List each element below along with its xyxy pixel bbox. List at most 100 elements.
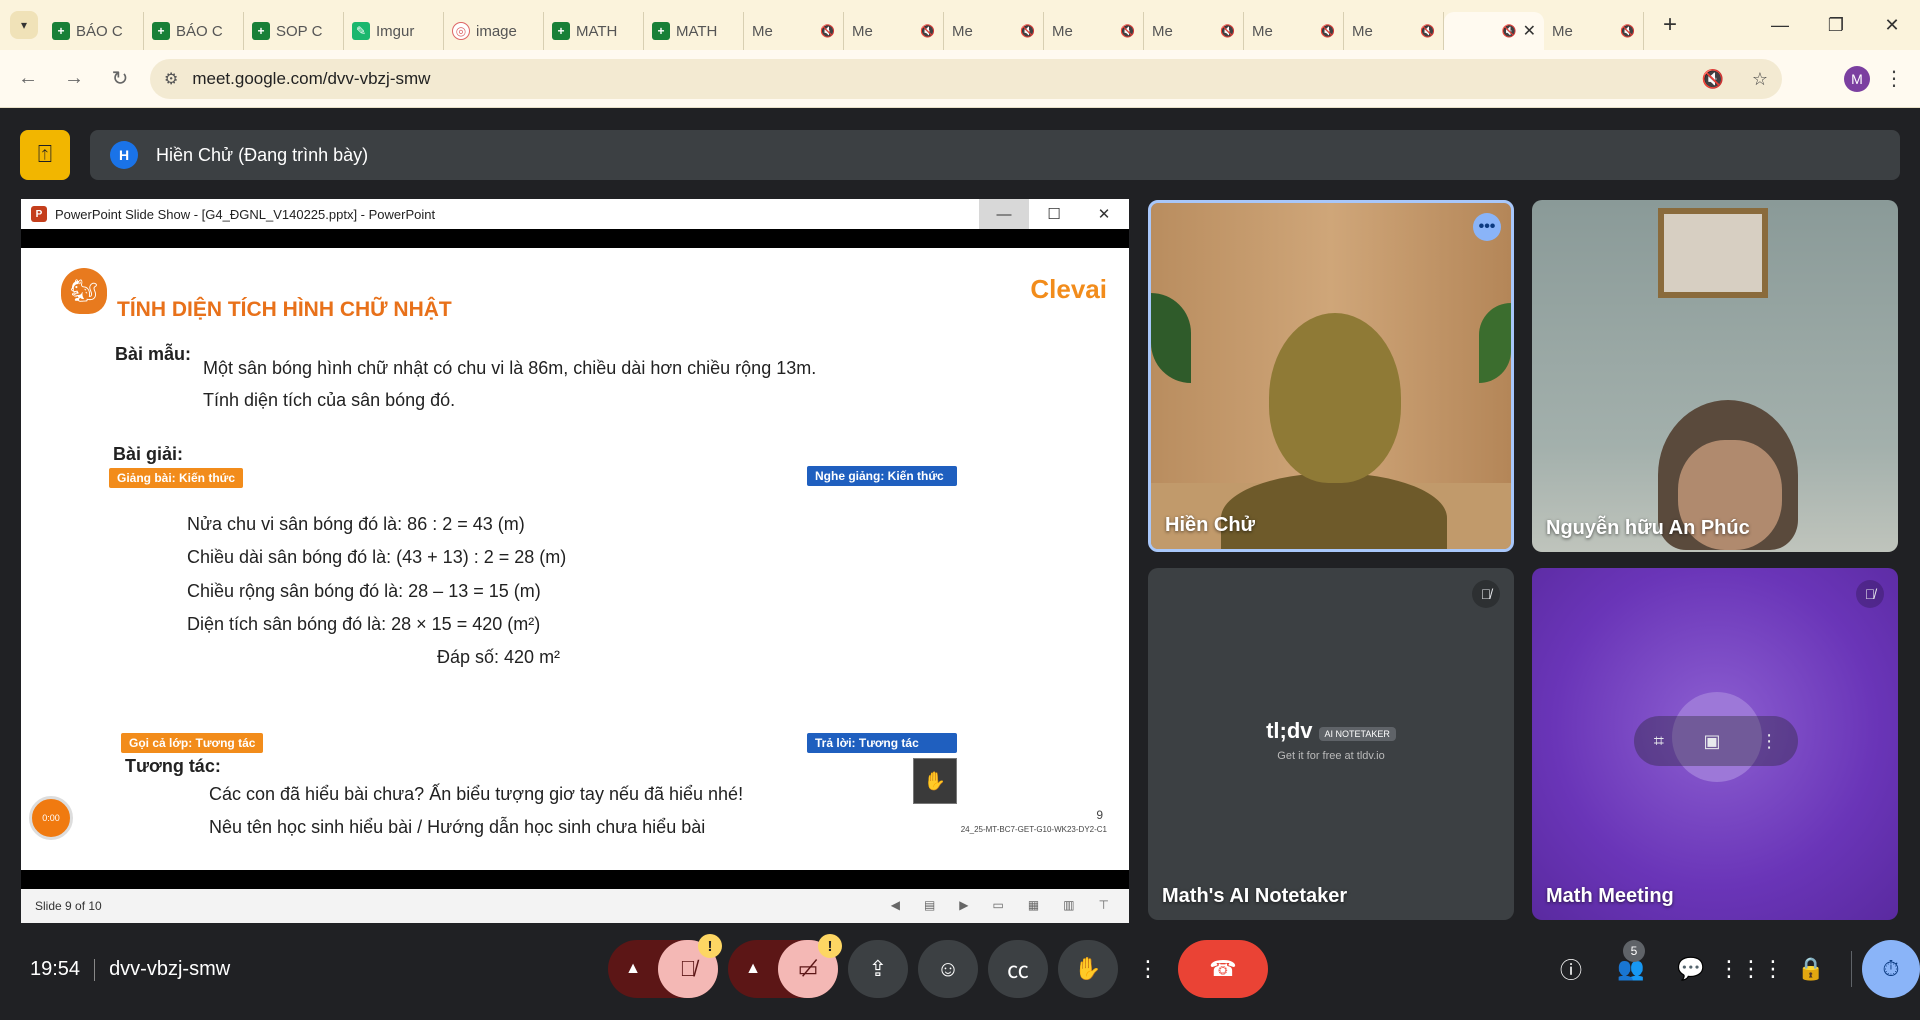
- participant-tile[interactable]: 🎙̸ ⌗ ▣ ⋮ Math Meeting: [1532, 568, 1898, 920]
- more-options-button[interactable]: ⋮: [1128, 940, 1168, 998]
- minimize-window-button[interactable]: —: [1752, 0, 1808, 50]
- reactions-button[interactable]: ☺: [918, 940, 978, 998]
- ppt-window-title: PowerPoint Slide Show - [G4_ĐGNL_V140225…: [55, 206, 436, 222]
- reload-button[interactable]: ↻: [102, 61, 138, 97]
- browser-tab[interactable]: + MATH: [644, 12, 744, 50]
- ppt-minimize-button[interactable]: —: [979, 199, 1029, 229]
- browser-tab[interactable]: Me 🔇: [0, 12, 1644, 126]
- meet-stage: ⍐ H Hiền Chử (Đang trình bày) P PowerPoi…: [0, 108, 1920, 1020]
- info-icon: ⓘ: [1559, 958, 1582, 983]
- tldv-logo: tl;dv AI NOTETAKER Get it for free at tld…: [1148, 718, 1514, 762]
- plus-icon: +: [1662, 11, 1677, 38]
- browser-tab[interactable]: + BÁO C: [44, 12, 144, 50]
- tab-muted-icon[interactable]: 🔇: [820, 24, 835, 38]
- browser-tab[interactable]: ◎ image: [444, 12, 544, 50]
- browser-tab[interactable]: ✎ Imgur: [344, 12, 444, 50]
- tab-muted-icon[interactable]: 🔇: [920, 24, 935, 38]
- close-window-button[interactable]: ✕: [1864, 0, 1920, 50]
- prev-slide-icon[interactable]: ◀: [891, 898, 900, 912]
- forward-button[interactable]: →: [56, 61, 92, 97]
- present-icon: ⇪: [868, 956, 888, 981]
- more-options-icon[interactable]: •••: [1473, 213, 1501, 241]
- captions-button[interactable]: ㏄: [988, 940, 1048, 998]
- leave-call-button[interactable]: ☎: [1178, 940, 1268, 998]
- slide-page-number: 9: [1096, 808, 1103, 822]
- tab-muted-icon[interactable]: 🔇: [1320, 24, 1335, 38]
- slide-sorter-icon[interactable]: ▦: [1028, 898, 1039, 912]
- present-screen-button[interactable]: ⇪: [848, 940, 908, 998]
- bookmark-star-icon[interactable]: ☆: [1752, 69, 1768, 90]
- slideshow-view-icon[interactable]: ⊤: [1099, 898, 1109, 912]
- frame-person-icon[interactable]: ⌗: [1654, 731, 1664, 752]
- presenter-avatar: H: [110, 141, 138, 169]
- tab-title: BÁO C: [176, 22, 223, 40]
- meeting-info-bar: 19:54 dvv-vbzj-smw: [30, 958, 230, 981]
- presenter-bar: H Hiền Chử (Đang trình bày): [90, 130, 1900, 180]
- back-button[interactable]: ←: [10, 61, 46, 97]
- restore-window-button[interactable]: ❐: [1808, 0, 1864, 50]
- browser-tab[interactable]: + MATH: [544, 12, 644, 50]
- more-vert-icon[interactable]: ⋮: [1760, 731, 1778, 752]
- raise-hand-button[interactable]: ✋: [1058, 940, 1118, 998]
- site-settings-icon[interactable]: ⚙: [164, 69, 178, 89]
- browser-tab[interactable]: Me 🔇: [0, 12, 1044, 126]
- tab-muted-icon[interactable]: 🔇: [1020, 24, 1035, 38]
- pin-to-screen-icon[interactable]: ▣: [1704, 731, 1721, 752]
- chat-button[interactable]: 💬: [1661, 940, 1721, 998]
- audio-settings-button[interactable]: ▲: [608, 940, 658, 998]
- browser-tab[interactable]: Me 🔇: [0, 12, 944, 126]
- profile-avatar[interactable]: M: [1844, 66, 1870, 92]
- tab-close-icon[interactable]: ✕: [1523, 21, 1536, 41]
- tab-muted-icon[interactable]: 🔇: [1420, 24, 1435, 38]
- browser-tab[interactable]: Me 🔇: [0, 12, 844, 126]
- hand-icon: ✋: [1074, 956, 1102, 981]
- tag-answer: Trả lời: Tương tác: [807, 733, 957, 753]
- browser-toolbar: ← → ↻ ⚙ meet.google.com/dvv-vbzj-smw 🔇 ☆…: [0, 50, 1920, 108]
- url-text[interactable]: meet.google.com/dvv-vbzj-smw: [192, 69, 430, 89]
- tab-muted-icon[interactable]: 🔇: [1502, 24, 1517, 38]
- browser-tab[interactable]: Me 🔇: [0, 12, 1244, 126]
- ppt-close-button[interactable]: ✕: [1079, 199, 1129, 229]
- participant-tile[interactable]: 🎙̸ tl;dv AI NOTETAKER Get it for free at …: [1148, 568, 1514, 920]
- tab-muted-icon[interactable]: 🔇: [1120, 24, 1135, 38]
- slide-timer: 0:00: [29, 796, 73, 840]
- ppt-maximize-button[interactable]: ☐: [1029, 199, 1079, 229]
- meeting-code: dvv-vbzj-smw: [109, 958, 231, 980]
- host-controls-button[interactable]: 🔒: [1781, 940, 1841, 998]
- address-bar[interactable]: ⚙ meet.google.com/dvv-vbzj-smw 🔇 ☆: [150, 59, 1782, 99]
- browser-tab[interactable]: 🔇 ✕: [0, 12, 1544, 126]
- plant-decor: [1479, 303, 1511, 383]
- muted-site-icon[interactable]: 🔇: [1701, 69, 1723, 90]
- sheets-icon: +: [252, 22, 270, 40]
- companion-mode-button[interactable]: ⍐: [20, 130, 70, 180]
- browser-tab[interactable]: Me 🔇: [0, 12, 1444, 126]
- browser-tab-strip: ▾ + BÁO C + BÁO C + SOP C ✎ Imgur ◎ image + MATH + MA…: [0, 0, 1920, 126]
- browser-tab[interactable]: Me 🔇: [0, 12, 1144, 126]
- participant-tile[interactable]: ••• Hiền Chử: [1148, 200, 1514, 552]
- plant-decor: [1151, 293, 1191, 383]
- solution-step-2: Chiều dài sân bóng đó là: (43 + 13) : 2 …: [187, 547, 567, 567]
- browser-tab[interactable]: Me 🔇: [0, 12, 1344, 126]
- reading-view-icon[interactable]: ▥: [1063, 898, 1074, 912]
- tab-muted-icon[interactable]: 🔇: [1620, 24, 1635, 38]
- meeting-details-button[interactable]: ⓘ: [1541, 940, 1601, 998]
- tab-muted-icon[interactable]: 🔇: [1220, 24, 1235, 38]
- activity-timer-button[interactable]: ⏱: [1862, 940, 1920, 998]
- participant-tile[interactable]: Nguyễn hữu An Phúc: [1532, 200, 1898, 552]
- people-button[interactable]: 👥 5: [1601, 940, 1661, 998]
- browser-tab[interactable]: + BÁO C: [144, 12, 244, 50]
- new-tab-button[interactable]: +: [1650, 11, 1690, 39]
- tab-list: + BÁO C + BÁO C + SOP C ✎ Imgur ◎ image + MATH + MATH…: [0, 0, 1644, 126]
- normal-view-icon[interactable]: ▭: [993, 898, 1004, 912]
- activities-button[interactable]: ⋮⋮⋮: [1718, 940, 1784, 998]
- video-settings-button[interactable]: ▲: [728, 940, 778, 998]
- mic-off-icon: 🎙̸: [679, 956, 697, 981]
- browser-tab[interactable]: + SOP C: [244, 12, 344, 50]
- camera-off-icon: ▭̸: [797, 956, 819, 981]
- tab-search-button[interactable]: ▾: [10, 11, 38, 39]
- notes-icon[interactable]: ▤: [924, 898, 935, 912]
- next-slide-icon[interactable]: ▶: [959, 898, 968, 912]
- solution-step-1: Nửa chu vi sân bóng đó là: 86 : 2 = 43 (…: [187, 514, 525, 534]
- browser-menu-icon[interactable]: ⋮: [1884, 66, 1904, 91]
- more-vert-icon: ⋮: [1137, 956, 1159, 981]
